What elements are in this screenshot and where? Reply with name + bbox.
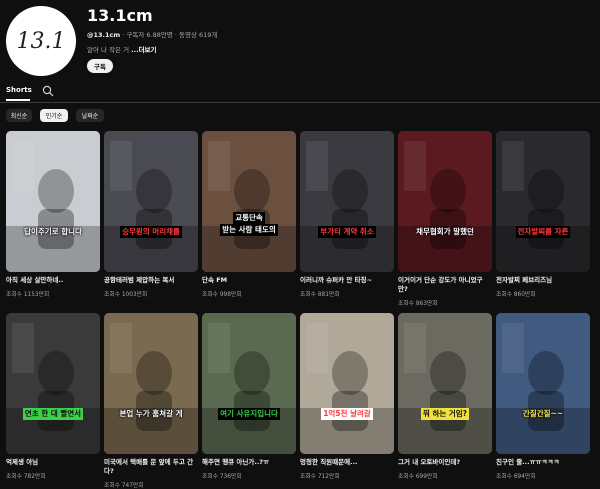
thumbnail-caption: 채무협회가 말했던 (398, 225, 492, 239)
thumbnail-scene (202, 313, 296, 454)
tab-shorts[interactable]: Shorts (6, 86, 32, 94)
short-thumbnail[interactable]: 뭐 하는 거임? (398, 313, 492, 454)
short-thumbnail[interactable]: 부가티 계약 취소 (300, 131, 394, 272)
short-views: 조회수 998만회 (202, 292, 242, 298)
short-title[interactable]: 해주면 땡큐 아닌가..?ㅠ (202, 458, 296, 467)
caption-line: 연초 한 대 빨면서 (22, 408, 84, 420)
thumbnail-caption: 부가티 계약 취소 (300, 225, 394, 239)
thumbnail-scene (398, 131, 492, 272)
short-views: 조회수 860만회 (496, 292, 536, 298)
short-thumbnail[interactable]: 본업 누가 훔쳐갈 게 (104, 313, 198, 454)
short-title[interactable]: 아직 세상 살만하네.. (6, 276, 100, 285)
channel-header: 13.1 13.1cm @13.1cm · 구독자 6.88만명 · 동영상 6… (0, 0, 600, 80)
short-title[interactable]: 전자발찌 페브리즈님 (496, 276, 590, 285)
thumbnail-scene (398, 313, 492, 454)
caption-line: 승무원의 머리채를 (120, 226, 182, 238)
caption-line: 1억5천 날려갈 (321, 408, 373, 420)
short-title[interactable]: 단속 FM (202, 276, 296, 285)
short-title[interactable]: 그거 내 오토바이인데? (398, 458, 492, 467)
subscribe-button[interactable]: 구독 (87, 59, 113, 73)
short-thumbnail[interactable]: 1억5천 날려갈 (300, 313, 394, 454)
short-title[interactable]: 억제생 아님 (6, 458, 100, 467)
thumbnail-scene (496, 313, 590, 454)
short-views: 조회수 782만회 (6, 474, 46, 480)
short-views: 조회수 863만회 (398, 301, 438, 307)
thumbnail-caption: 교통단속 받는 사람 태도의 (202, 211, 296, 237)
avatar[interactable]: 13.1 (6, 6, 76, 76)
channel-handle: @13.1cm (87, 31, 121, 39)
thumbnail-caption: 여기 사유지입니다 (202, 407, 296, 421)
thumbnail-caption: 뭐 하는 거임? (398, 407, 492, 421)
thumbnail-caption: 본업 누가 훔쳐갈 게 (104, 407, 198, 421)
channel-meta: @13.1cm · 구독자 6.88만명 · 동영상 619개 (87, 29, 217, 39)
short-thumbnail[interactable]: 답이주기로 합니다 (6, 131, 100, 272)
tab-active-indicator (6, 99, 30, 101)
short-title[interactable]: 멍청한 직원때문에... (300, 458, 394, 467)
chip-popular[interactable]: 인기순 (40, 109, 68, 122)
caption-line: 간질간질~~ (522, 409, 564, 418)
caption-line: 받는 사람 태도의 (220, 224, 278, 236)
short-title[interactable]: 미국에서 택배를 문 앞에 두고 간다? (104, 458, 198, 475)
avatar-text: 13.1 (16, 28, 66, 54)
short-views: 조회수 1153만회 (6, 292, 50, 298)
short-views: 조회수 712만회 (300, 474, 340, 480)
channel-description[interactable]: 알아 나 작은 거 ...더보기 (87, 44, 157, 54)
channel-tabs: Shorts (0, 82, 600, 103)
short-views: 조회수 881만회 (300, 292, 340, 298)
short-views: 조회수 736만회 (202, 474, 242, 480)
description-text: 알아 나 작은 거 (87, 46, 130, 54)
short-thumbnail[interactable]: 여기 사유지입니다 (202, 313, 296, 454)
caption-line: 교통단속 (233, 212, 265, 224)
chip-oldest[interactable]: 날짜순 (76, 109, 104, 122)
caption-line: 채무협회가 말했던 (416, 227, 474, 236)
channel-name: 13.1cm (87, 6, 153, 25)
thumbnail-scene (104, 131, 198, 272)
channel-stats: · 구독자 6.88만명 · 동영상 619개 (122, 31, 218, 39)
thumbnail-caption: 전자발찌를 자른 (496, 225, 590, 239)
more-link[interactable]: ...더보기 (131, 46, 156, 54)
caption-line: 본업 누가 훔쳐갈 게 (119, 409, 183, 418)
short-title[interactable]: 친구인 줄...ㅠㅠㅋㅋㅋ (496, 458, 590, 467)
short-thumbnail[interactable]: 채무협회가 말했던 (398, 131, 492, 272)
caption-line: 전자발찌를 자른 (515, 226, 571, 238)
thumbnail-scene (300, 313, 394, 454)
thumbnail-scene (6, 131, 100, 272)
caption-line: 답이주기로 합니다 (24, 227, 82, 236)
thumbnail-caption: 1억5천 날려갈 (300, 407, 394, 421)
short-views: 조회수 699만회 (398, 474, 438, 480)
short-thumbnail[interactable]: 간질간질~~ (496, 313, 590, 454)
caption-line: 여기 사유지입니다 (218, 408, 280, 420)
short-views: 조회수 747만회 (104, 483, 144, 489)
caption-line: 뭐 하는 거임? (420, 408, 470, 420)
short-thumbnail[interactable]: 연초 한 대 빨면서 (6, 313, 100, 454)
chip-latest[interactable]: 최신순 (6, 109, 32, 122)
short-title[interactable]: 공항테러범 제압하는 복서 (104, 276, 198, 285)
thumbnail-scene (104, 313, 198, 454)
thumbnail-scene (300, 131, 394, 272)
thumbnail-scene (6, 313, 100, 454)
short-title[interactable]: 이거이거 단순 강도가 아니었구만? (398, 276, 492, 293)
thumbnail-caption: 연초 한 대 빨면서 (6, 407, 100, 421)
short-thumbnail[interactable]: 교통단속 받는 사람 태도의 (202, 131, 296, 272)
thumbnail-caption: 간질간질~~ (496, 407, 590, 421)
short-views: 조회수 1003만회 (104, 292, 148, 298)
thumbnail-scene (496, 131, 590, 272)
thumbnail-scene (202, 131, 296, 272)
thumbnail-caption: 승무원의 머리채를 (104, 225, 198, 239)
thumbnail-caption: 답이주기로 합니다 (6, 225, 100, 239)
short-thumbnail[interactable]: 승무원의 머리채를 (104, 131, 198, 272)
caption-line: 부가티 계약 취소 (318, 226, 376, 238)
search-icon[interactable] (42, 85, 54, 97)
short-title[interactable]: 이러니까 슈퍼카 안 타징~ (300, 276, 394, 285)
short-views: 조회수 694만회 (496, 474, 536, 480)
short-thumbnail[interactable]: 전자발찌를 자른 (496, 131, 590, 272)
